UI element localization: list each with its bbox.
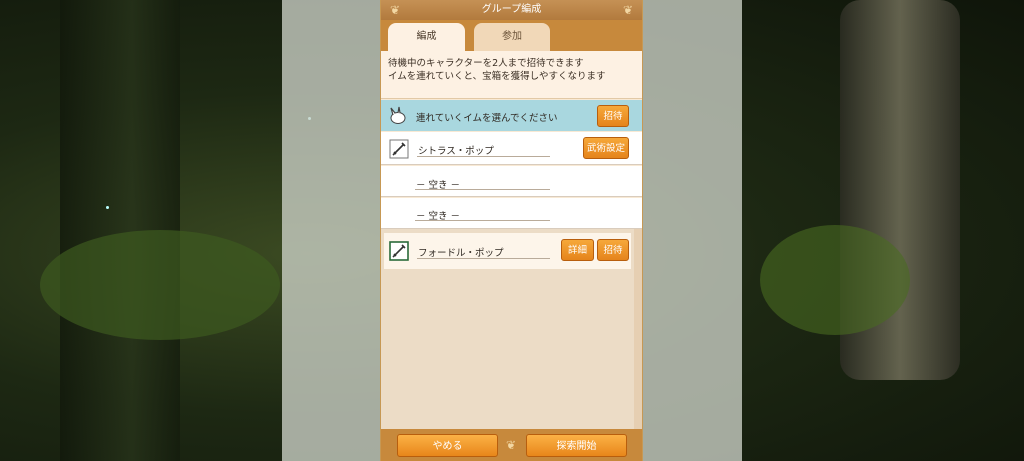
name-underline xyxy=(415,189,550,190)
invite-button[interactable]: 招待 xyxy=(597,105,629,127)
panel-title-bar: ❦ グループ編成 ❦ xyxy=(381,0,642,20)
list-item[interactable]: フォードル・ポップ 詳細 招待 xyxy=(384,233,631,269)
name-underline xyxy=(415,220,550,221)
info-line: イムを連れていくと、宝箱を獲得しやすくなります xyxy=(388,71,606,82)
start-exploration-button[interactable]: 探索開始 xyxy=(526,434,627,457)
info-line: 待機中のキャラクターを2人まで招待できます xyxy=(388,58,584,69)
corner-ornament-icon: ❦ xyxy=(389,3,401,17)
tab-join[interactable]: 参加 xyxy=(474,23,550,51)
cancel-button[interactable]: やめる xyxy=(397,434,498,457)
tab-bar: 編成 参加 xyxy=(381,20,642,51)
invite-button[interactable]: 招待 xyxy=(597,239,629,261)
party-member-name: シトラス・ポップ xyxy=(418,146,494,157)
select-prompt-row: 連れていくイムを選んでください 招待 xyxy=(381,100,642,131)
party-slot-1[interactable]: シトラス・ポップ 武術設定 xyxy=(381,132,642,165)
panel-title: グループ編成 xyxy=(481,4,542,15)
firefly xyxy=(106,206,109,209)
sword-icon xyxy=(389,139,409,159)
martial-settings-button[interactable]: 武術設定 xyxy=(583,137,629,159)
corner-ornament-icon: ❦ xyxy=(622,3,634,17)
sword-icon xyxy=(389,241,409,261)
background-bush xyxy=(40,230,280,340)
background-bush-right xyxy=(760,225,910,335)
detail-button[interactable]: 詳細 xyxy=(561,239,594,261)
select-prompt-text: 連れていくイムを選んでください xyxy=(416,113,558,124)
hand-cursor-icon xyxy=(390,106,406,124)
available-character-list[interactable]: フォードル・ポップ 詳細 招待 xyxy=(381,229,642,429)
name-underline xyxy=(417,258,550,259)
party-slot-2[interactable]: － 空き － xyxy=(381,166,642,197)
character-name: フォードル・ポップ xyxy=(418,248,504,259)
footer-ornament-icon: ❦ xyxy=(505,438,517,452)
group-formation-panel: ❦ グループ編成 ❦ 編成 参加 待機中のキャラクターを2人まで招待できます イ… xyxy=(381,0,642,461)
party-slot-3[interactable]: － 空き － xyxy=(381,198,642,229)
info-text: 待機中のキャラクターを2人まで招待できます イムを連れていくと、宝箱を獲得しやす… xyxy=(381,51,642,99)
name-underline xyxy=(417,156,550,157)
tab-formation[interactable]: 編成 xyxy=(388,23,465,51)
footer-bar: やめる ❦ 探索開始 xyxy=(381,429,642,461)
